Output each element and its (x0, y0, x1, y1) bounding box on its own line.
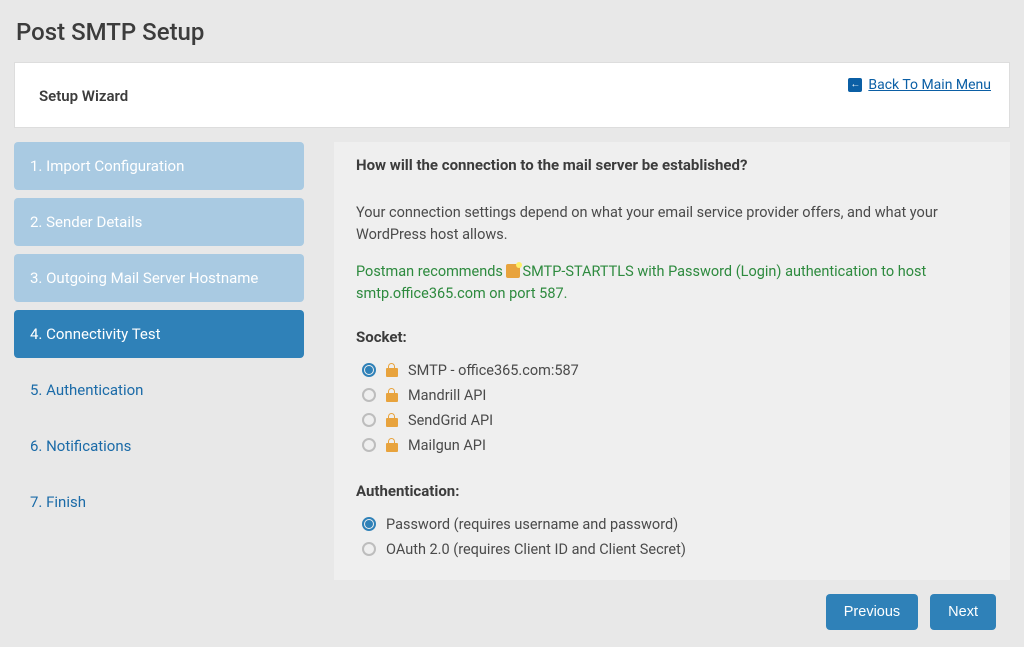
recommend-prefix: Postman recommends (356, 263, 506, 280)
back-to-main-link[interactable]: ← Back To Main Menu (848, 77, 991, 93)
radio-icon (362, 413, 376, 427)
step-number: 1. (30, 157, 46, 175)
next-button[interactable]: Next (930, 594, 996, 630)
wizard-step-3[interactable]: 3. Outgoing Mail Server Hostname (14, 254, 304, 302)
socket-label: Mandrill API (408, 387, 486, 404)
previous-button[interactable]: Previous (826, 594, 918, 630)
auth-label: Password (requires username and password… (386, 516, 678, 533)
lock-icon (386, 438, 398, 452)
wizard-card: Setup Wizard ← Back To Main Menu (14, 62, 1010, 128)
content-question: How will the connection to the mail serv… (356, 156, 988, 174)
radio-icon (362, 388, 376, 402)
wizard-step-2[interactable]: 2. Sender Details (14, 198, 304, 246)
step-label: Notifications (46, 437, 131, 455)
step-label: Outgoing Mail Server Hostname (46, 269, 258, 287)
step-label: Finish (46, 493, 86, 511)
lock-icon (386, 388, 398, 402)
recommendation-text: Postman recommends SMTP-STARTTLS with Pa… (356, 261, 988, 306)
step-number: 5. (30, 381, 46, 399)
step-label: Connectivity Test (46, 325, 160, 343)
sparkle-key-icon (506, 264, 520, 278)
step-number: 2. (30, 213, 46, 231)
wizard-step-7[interactable]: 7. Finish (14, 478, 304, 526)
auth-label: OAuth 2.0 (requires Client ID and Client… (386, 541, 686, 558)
socket-label: Mailgun API (408, 437, 486, 454)
socket-option[interactable]: SendGrid API (356, 408, 988, 433)
auth-option[interactable]: OAuth 2.0 (requires Client ID and Client… (356, 537, 988, 562)
card-heading: Setup Wizard (33, 87, 991, 105)
wizard-steps-sidebar: 1. Import Configuration 2. Sender Details… (14, 142, 304, 630)
auth-options: Password (requires username and password… (356, 512, 988, 562)
wizard-footer: Previous Next (334, 580, 1010, 630)
back-link-label: Back To Main Menu (868, 77, 991, 93)
radio-icon (362, 542, 376, 556)
socket-option[interactable]: Mailgun API (356, 433, 988, 458)
page-title: Post SMTP Setup (0, 0, 1024, 62)
wizard-step-1[interactable]: 1. Import Configuration (14, 142, 304, 190)
wizard-step-6[interactable]: 6. Notifications (14, 422, 304, 470)
step-number: 6. (30, 437, 46, 455)
step-label: Import Configuration (46, 157, 184, 175)
socket-section-label: Socket: (356, 328, 988, 346)
socket-option[interactable]: SMTP - office365.com:587 (356, 358, 988, 383)
socket-label: SMTP - office365.com:587 (408, 362, 579, 379)
wizard-step-5[interactable]: 5. Authentication (14, 366, 304, 414)
content-description: Your connection settings depend on what … (356, 202, 988, 247)
radio-icon (362, 363, 376, 377)
lock-icon (386, 363, 398, 377)
step-label: Authentication (46, 381, 143, 399)
auth-section-label: Authentication: (356, 482, 988, 500)
back-arrow-icon: ← (848, 78, 862, 92)
step-label: Sender Details (46, 213, 142, 231)
step-number: 3. (30, 269, 46, 287)
socket-options: SMTP - office365.com:587 Mandrill API Send… (356, 358, 988, 458)
auth-option[interactable]: Password (requires username and password… (356, 512, 988, 537)
radio-icon (362, 517, 376, 531)
lock-icon (386, 413, 398, 427)
wizard-content-panel: How will the connection to the mail serv… (334, 142, 1010, 580)
step-number: 4. (30, 325, 46, 343)
socket-label: SendGrid API (408, 412, 493, 429)
socket-option[interactable]: Mandrill API (356, 383, 988, 408)
wizard-step-4[interactable]: 4. Connectivity Test (14, 310, 304, 358)
step-number: 7. (30, 493, 46, 511)
radio-icon (362, 438, 376, 452)
